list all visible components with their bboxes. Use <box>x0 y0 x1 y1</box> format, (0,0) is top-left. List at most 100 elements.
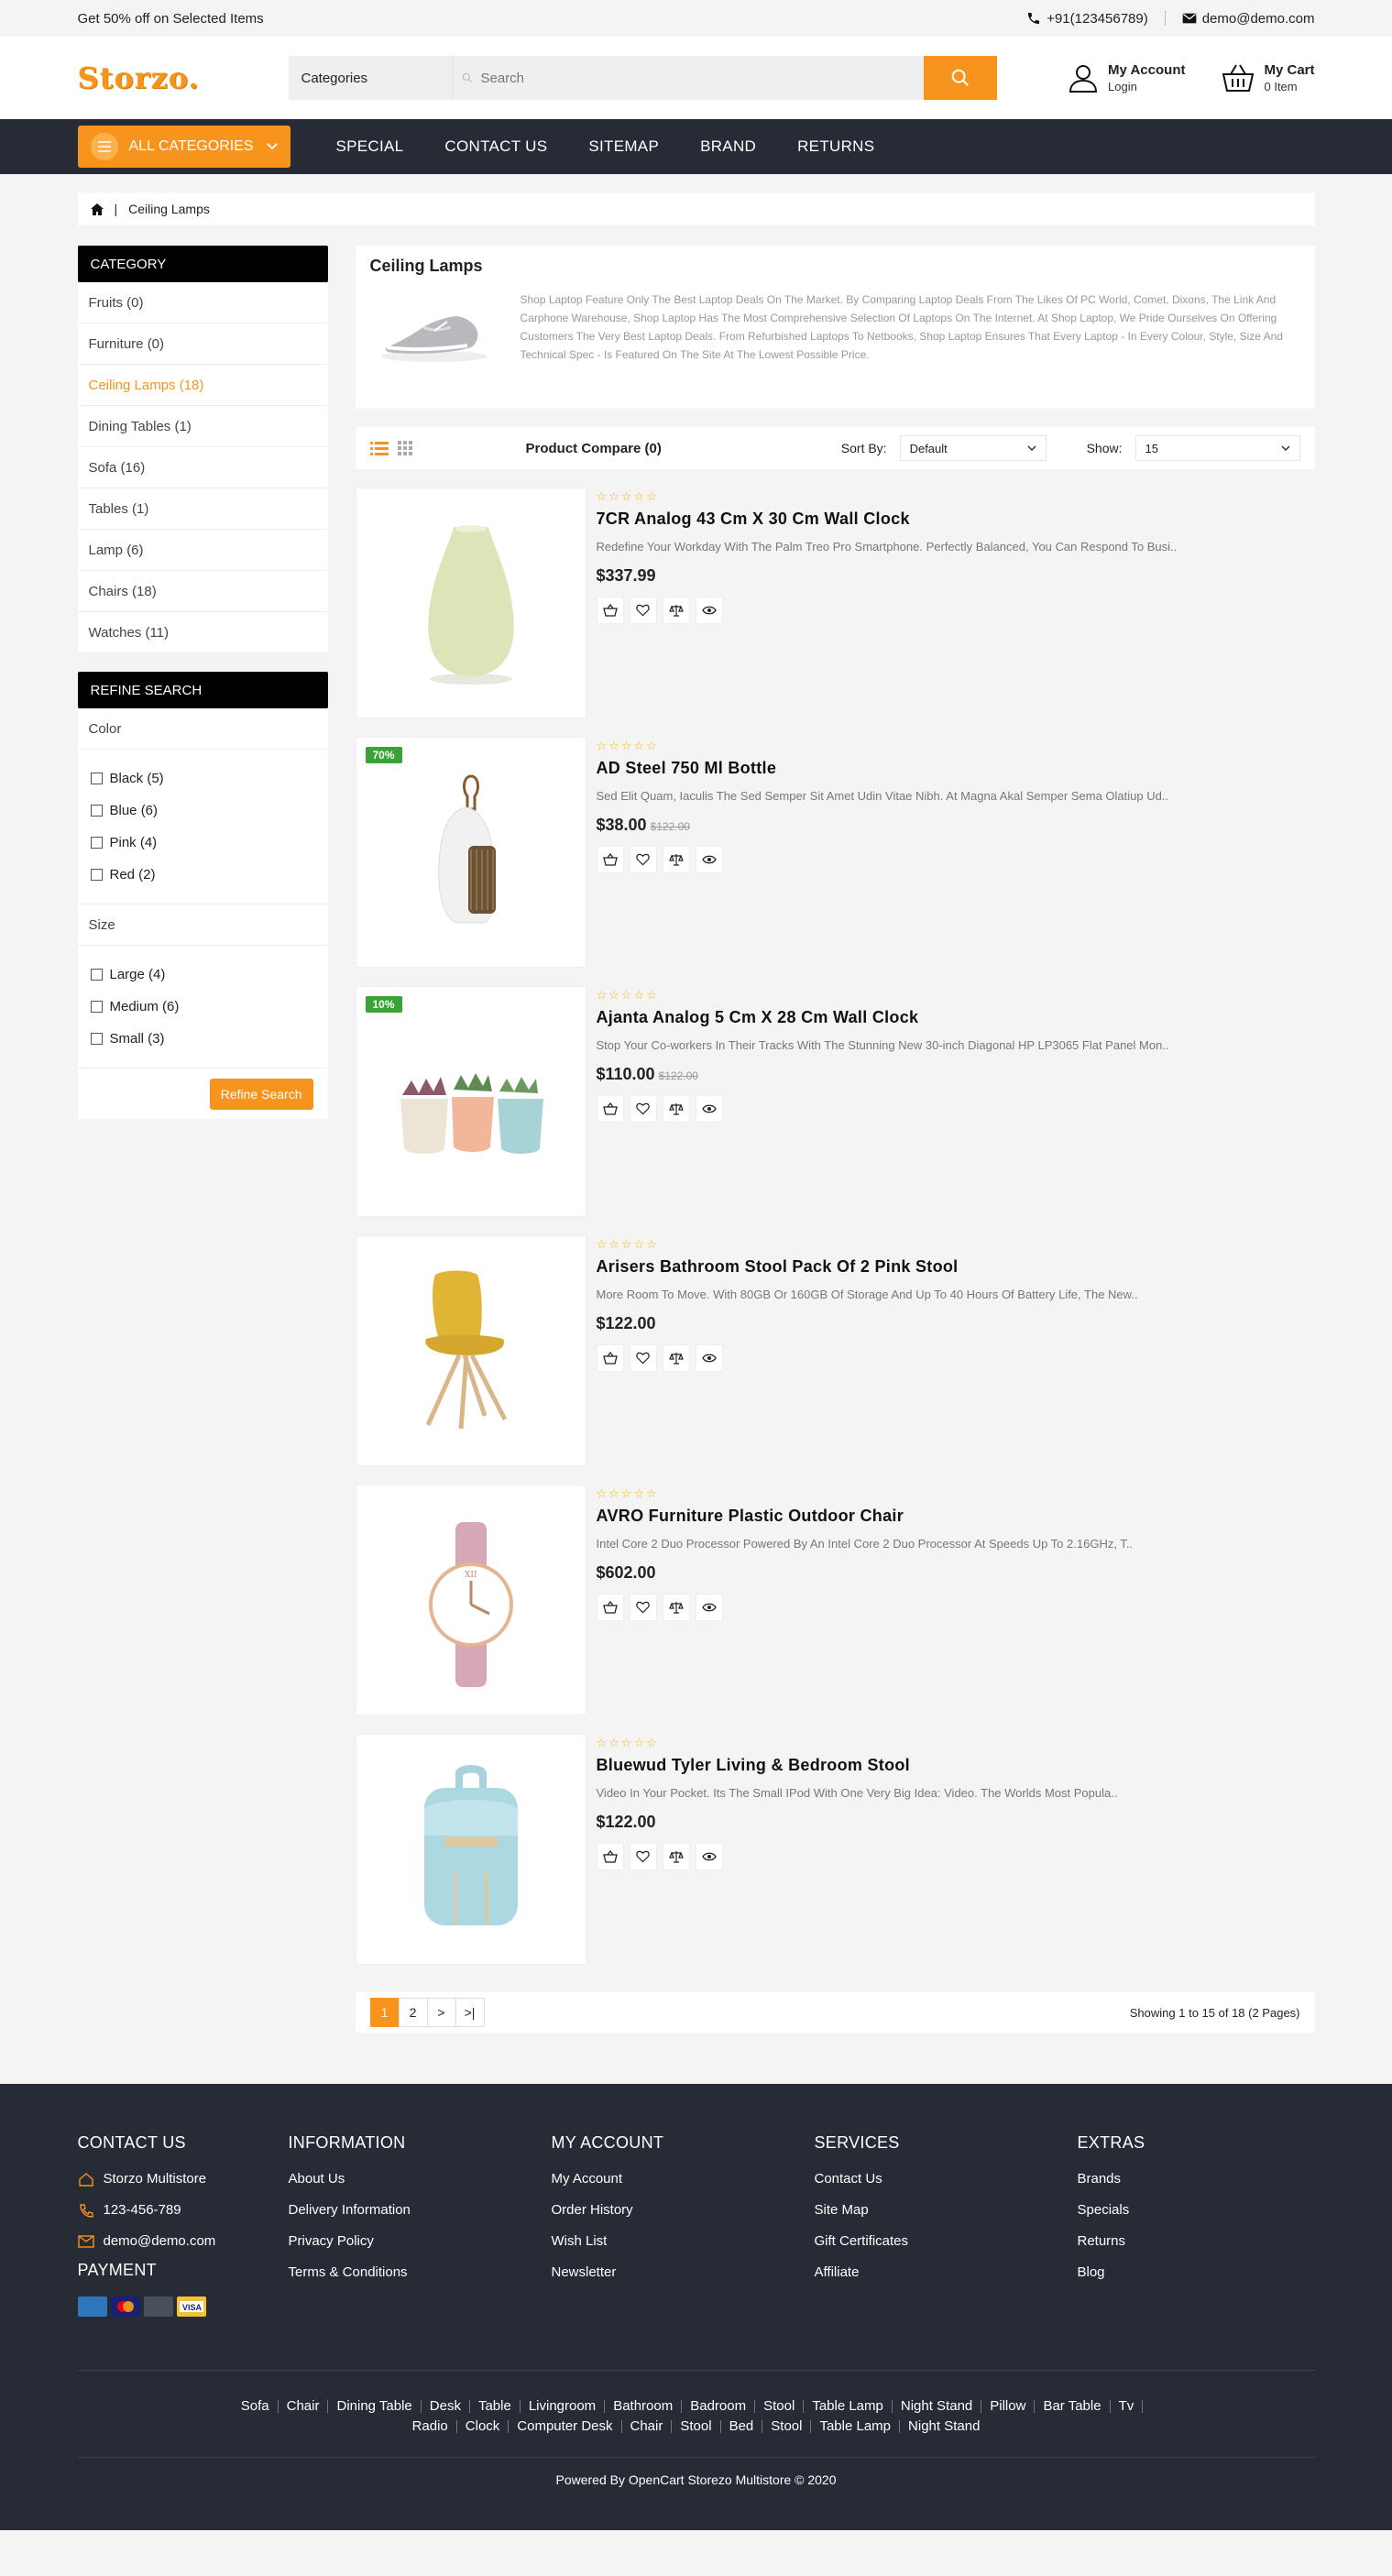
wishlist-button[interactable] <box>629 846 657 873</box>
footer-link[interactable]: Wish List <box>552 2233 815 2249</box>
footer-tag-link[interactable]: Table Lamp <box>811 2419 901 2433</box>
checkbox[interactable] <box>90 969 103 981</box>
footer-tag-link[interactable]: Table <box>470 2399 521 2413</box>
quick-view-button[interactable] <box>695 597 723 624</box>
product-name[interactable]: AD Steel 750 Ml Bottle <box>597 759 1169 778</box>
add-to-cart-button[interactable] <box>596 846 624 873</box>
category-item[interactable]: Tables (1) <box>77 488 328 530</box>
nav-link-contact[interactable]: CONTACT US <box>444 137 547 156</box>
add-to-cart-button[interactable] <box>596 597 624 624</box>
footer-tag-link[interactable]: Night Stand <box>900 2419 988 2433</box>
nav-link-brand[interactable]: BRAND <box>700 137 756 156</box>
cart-link[interactable]: My Cart 0 Item <box>1222 62 1315 93</box>
footer-tag-link[interactable]: Chair <box>622 2419 673 2433</box>
add-to-cart-button[interactable] <box>596 1843 624 1870</box>
add-to-cart-button[interactable] <box>596 1344 624 1372</box>
footer-link[interactable]: Blog <box>1078 2264 1261 2280</box>
checkbox[interactable] <box>90 837 103 849</box>
product-name[interactable]: Ajanta Analog 5 Cm X 28 Cm Wall Clock <box>597 1008 1169 1027</box>
checkbox[interactable] <box>90 1001 103 1013</box>
footer-tag-link[interactable]: Bar Table <box>1035 2399 1111 2413</box>
quick-view-button[interactable] <box>695 1594 723 1621</box>
category-item[interactable]: Dining Tables (1) <box>77 406 328 447</box>
footer-tag-link[interactable]: Desk <box>422 2399 470 2413</box>
footer-link[interactable]: About Us <box>289 2171 552 2187</box>
product-image[interactable] <box>355 1235 586 1466</box>
footer-link[interactable]: Terms & Conditions <box>289 2264 552 2280</box>
compare-button[interactable] <box>662 1344 690 1372</box>
checkbox[interactable] <box>90 773 103 784</box>
footer-tag-link[interactable]: Dining Table <box>328 2399 422 2413</box>
quick-view-button[interactable] <box>695 1344 723 1372</box>
product-name[interactable]: 7CR Analog 43 Cm X 30 Cm Wall Clock <box>597 510 1178 529</box>
footer-tag-link[interactable]: Clock <box>457 2419 510 2433</box>
size-option[interactable]: Large (4) <box>90 959 315 991</box>
phone-link[interactable]: +91(123456789) <box>1026 11 1148 27</box>
footer-tag-link[interactable]: Badroom <box>682 2399 756 2413</box>
product-compare-link[interactable]: Product Compare (0) <box>526 441 662 456</box>
category-item[interactable]: Furniture (0) <box>77 323 328 365</box>
search-button[interactable] <box>923 56 997 100</box>
category-item[interactable]: Sofa (16) <box>77 447 328 488</box>
footer-tag-link[interactable]: Bed <box>721 2419 763 2433</box>
footer-tag-link[interactable]: Table Lamp <box>804 2399 893 2413</box>
quick-view-button[interactable] <box>695 846 723 873</box>
wishlist-button[interactable] <box>629 1344 657 1372</box>
quick-view-button[interactable] <box>695 1843 723 1870</box>
footer-tag-link[interactable]: Chair <box>279 2399 329 2413</box>
product-image[interactable]: 10% <box>355 986 586 1217</box>
footer-tag-link[interactable]: Stool <box>672 2419 721 2433</box>
checkbox[interactable] <box>90 805 103 817</box>
nav-link-returns[interactable]: RETURNS <box>797 137 874 156</box>
wishlist-button[interactable] <box>629 1843 657 1870</box>
size-option[interactable]: Small (3) <box>90 1023 315 1055</box>
footer-link[interactable]: Gift Certificates <box>815 2233 1078 2249</box>
footer-link[interactable]: Affiliate <box>815 2264 1078 2280</box>
compare-button[interactable] <box>662 597 690 624</box>
compare-button[interactable] <box>662 1843 690 1870</box>
compare-button[interactable] <box>662 1594 690 1621</box>
list-view-icon[interactable] <box>369 441 389 455</box>
sort-select[interactable]: Default <box>899 435 1047 461</box>
grid-view-icon[interactable] <box>397 441 412 455</box>
footer-link[interactable]: Specials <box>1078 2202 1261 2218</box>
search-input[interactable] <box>480 70 848 86</box>
product-image[interactable] <box>355 488 586 718</box>
compare-button[interactable] <box>662 846 690 873</box>
footer-tag-link[interactable]: Radio <box>404 2419 457 2433</box>
footer-tag-link[interactable]: Sofa <box>233 2399 279 2413</box>
breadcrumb-current[interactable]: Ceiling Lamps <box>128 202 210 216</box>
color-option[interactable]: Pink (4) <box>90 827 315 859</box>
footer-link[interactable]: Order History <box>552 2202 815 2218</box>
footer-link[interactable]: Returns <box>1078 2233 1261 2249</box>
checkbox[interactable] <box>90 1033 103 1045</box>
footer-contact-phone[interactable]: 123-456-789 <box>78 2202 289 2218</box>
product-image[interactable] <box>355 1734 586 1965</box>
footer-link[interactable]: Delivery Information <box>289 2202 552 2218</box>
footer-tag-link[interactable]: Pillow <box>981 2399 1036 2413</box>
home-icon[interactable] <box>90 203 104 215</box>
footer-link[interactable]: My Account <box>552 2171 815 2187</box>
page-2-button[interactable]: 2 <box>398 1998 428 2027</box>
footer-link[interactable]: Brands <box>1078 2171 1261 2187</box>
show-select[interactable]: 15 <box>1134 435 1300 461</box>
size-option[interactable]: Medium (6) <box>90 991 315 1023</box>
category-item[interactable]: Fruits (0) <box>77 282 328 323</box>
footer-tag-link[interactable]: Tv <box>1111 2399 1144 2413</box>
category-item[interactable]: Watches (11) <box>77 612 328 653</box>
footer-tag-link[interactable]: Livingroom <box>521 2399 606 2413</box>
quick-view-button[interactable] <box>695 1095 723 1123</box>
footer-tag-link[interactable]: Night Stand <box>893 2399 982 2413</box>
product-image[interactable]: XII <box>355 1485 586 1716</box>
color-option[interactable]: Red (2) <box>90 859 315 891</box>
add-to-cart-button[interactable] <box>596 1095 624 1123</box>
checkbox[interactable] <box>90 869 103 881</box>
category-item[interactable]: Lamp (6) <box>77 530 328 571</box>
footer-tag-link[interactable]: Bathroom <box>605 2399 683 2413</box>
product-name[interactable]: Arisers Bathroom Stool Pack Of 2 Pink St… <box>597 1257 1138 1277</box>
footer-link[interactable]: Site Map <box>815 2202 1078 2218</box>
color-option[interactable]: Black (5) <box>90 762 315 795</box>
product-name[interactable]: Bluewud Tyler Living & Bedroom Stool <box>597 1756 1118 1775</box>
refine-search-button[interactable]: Refine Search <box>209 1078 313 1110</box>
account-link[interactable]: My Account Login <box>1068 62 1185 93</box>
